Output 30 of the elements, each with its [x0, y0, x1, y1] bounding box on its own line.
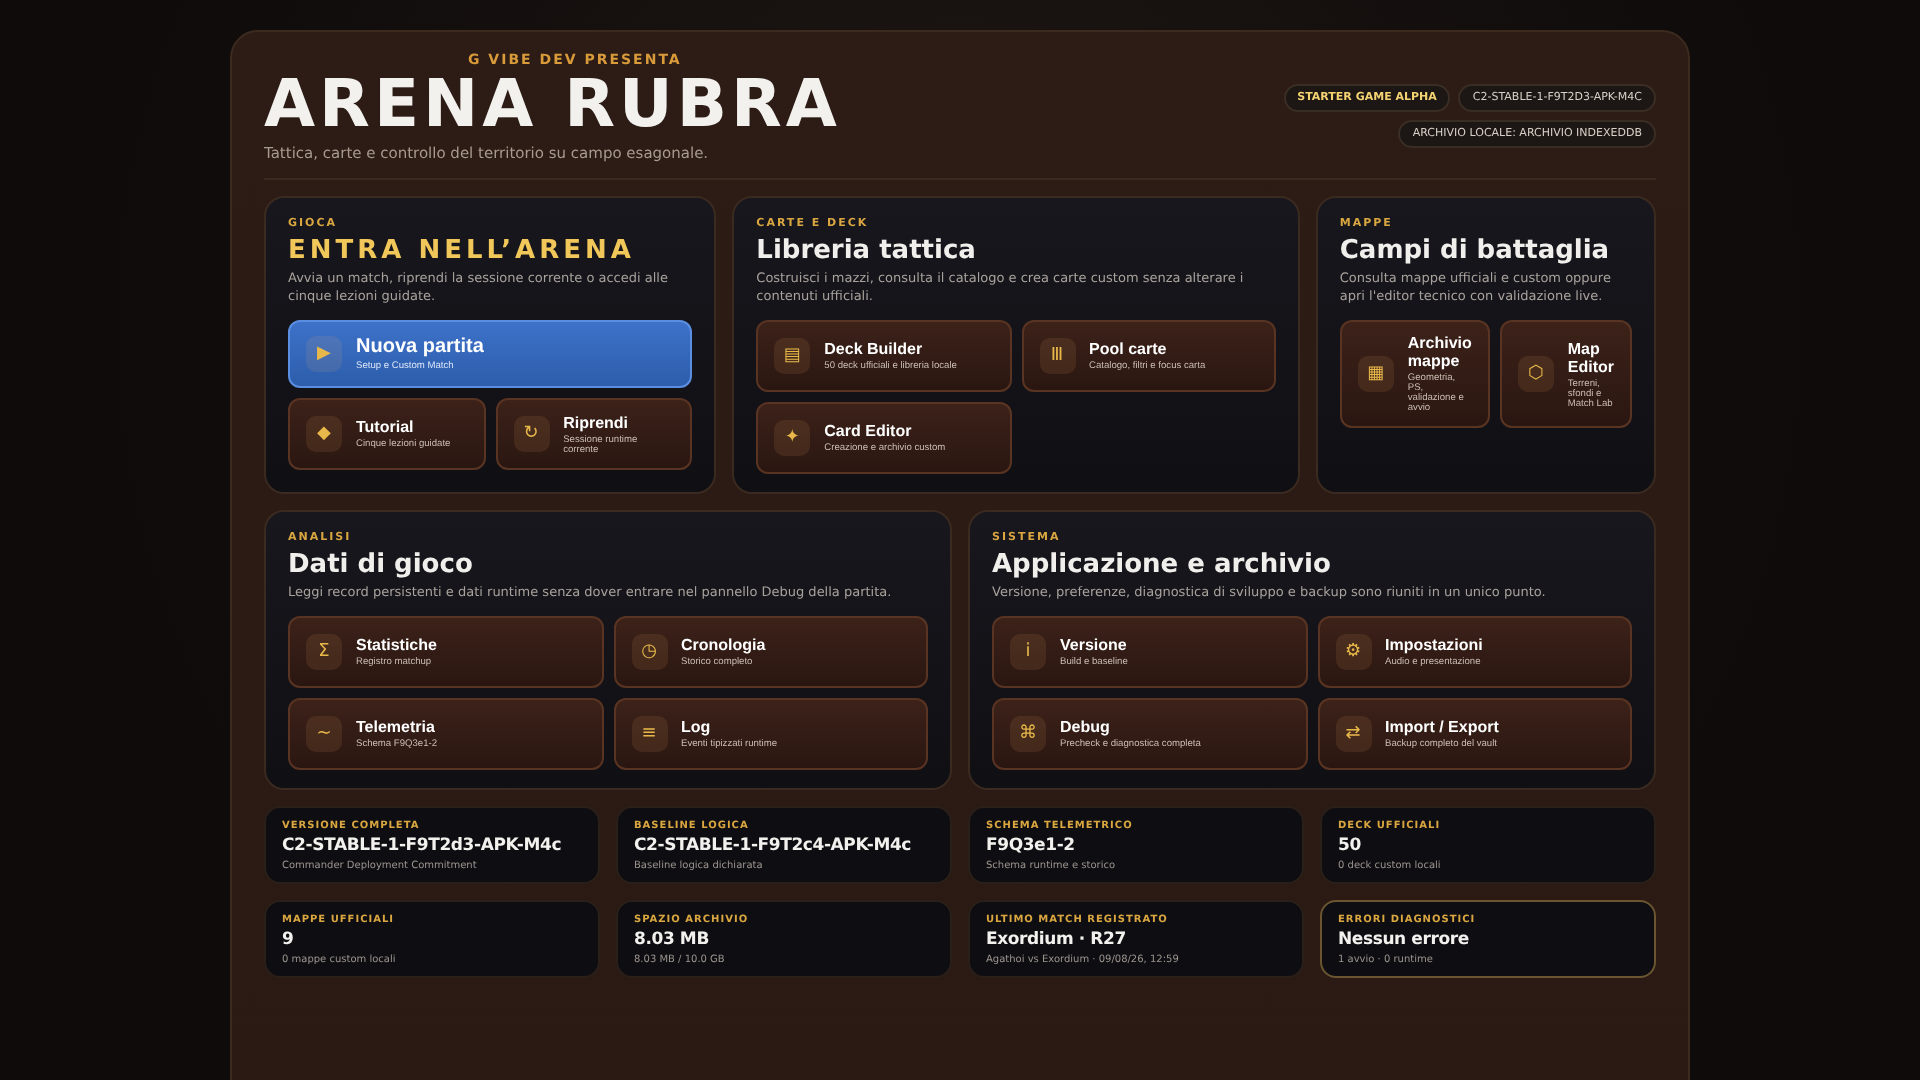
action-icon: ⚙	[1335, 634, 1371, 670]
action-icon: ◆	[306, 416, 342, 452]
action-icon: ↻	[513, 416, 550, 452]
action-icon: Ⅲ	[1039, 338, 1076, 374]
stat-value: Nessun errore	[1338, 930, 1471, 950]
action-icon: ⬡	[1517, 356, 1554, 392]
action-icon: Σ	[306, 634, 342, 670]
action-icon: ⌘	[1010, 716, 1046, 752]
section-title: Applicazione e archivio	[992, 550, 1333, 580]
section-title: Campi di battaglia	[1339, 236, 1612, 266]
stat-value: Exordium · R27	[986, 930, 1128, 950]
action-icon: ⇄	[1335, 716, 1371, 752]
action-icon: ~	[306, 716, 342, 752]
action-icon: ≡	[631, 716, 667, 752]
stat-value: C2-STABLE-1-F9T2c4-APK-M4c	[634, 836, 913, 856]
action-icon: ▤	[774, 338, 811, 374]
stat-value: 50	[1338, 836, 1363, 856]
action-icon: i	[1010, 634, 1046, 670]
stat-value: F9Q3e1-2	[986, 836, 1077, 856]
action-icon: ▶	[306, 336, 342, 372]
stat-value: C2-STABLE-1-F9T2d3-APK-M4c	[282, 836, 564, 856]
section-title: Libreria tattica	[756, 236, 978, 266]
stat-value: 8.03 MB	[634, 930, 711, 950]
section-title: Dati di gioco	[288, 550, 475, 580]
section-title: ENTRA NELL’ARENA	[288, 236, 637, 266]
app-title: ARENA RUBRA	[264, 68, 841, 140]
stat-value: 9	[282, 930, 296, 950]
action-icon: ✦	[774, 420, 811, 456]
action-icon: ▦	[1357, 356, 1394, 392]
action-icon: ◷	[631, 634, 667, 670]
